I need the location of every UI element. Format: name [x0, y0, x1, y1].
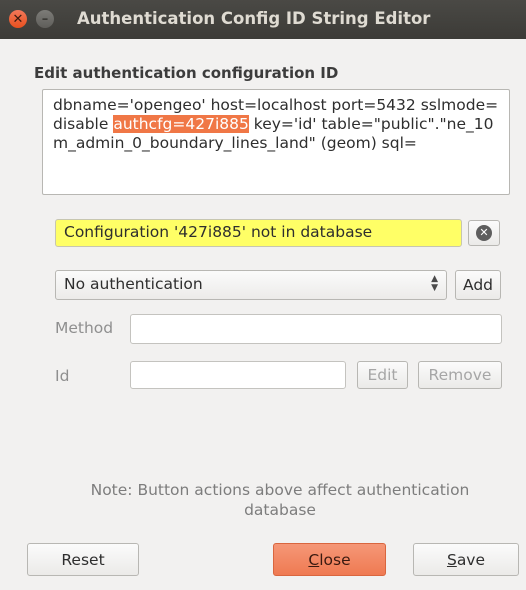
save-label-rest: ave: [456, 550, 486, 569]
connection-string-text[interactable]: dbname='opengeo' host=localhost port=543…: [43, 90, 509, 153]
clear-button[interactable]: ✕: [468, 220, 500, 246]
id-label: Id: [55, 367, 70, 385]
auth-config-select[interactable]: No authentication ▲ ▼: [55, 270, 447, 300]
close-button[interactable]: Close: [273, 543, 386, 576]
close-label-rest: lose: [319, 550, 351, 569]
reset-button[interactable]: Reset: [27, 543, 139, 576]
close-mnemonic: C: [308, 550, 320, 569]
up-down-arrows-icon: ▲ ▼: [431, 274, 438, 293]
title-bar: ✕ – Authentication Config ID String Edit…: [0, 0, 526, 39]
method-label: Method: [55, 319, 114, 337]
section-label: Edit authentication configuration ID: [34, 64, 339, 82]
window-close-icon[interactable]: ✕: [9, 10, 27, 28]
window-minimize-icon[interactable]: –: [36, 10, 54, 28]
clear-icon: ✕: [476, 225, 492, 241]
remove-button[interactable]: Remove: [418, 361, 502, 389]
auth-config-selected: No authentication: [64, 275, 203, 293]
edit-button[interactable]: Edit: [357, 361, 408, 389]
connection-string-editor[interactable]: dbname='opengeo' host=localhost port=543…: [42, 89, 510, 195]
note-text: Note: Button actions above affect authen…: [90, 481, 470, 519]
save-button[interactable]: Save: [413, 543, 519, 576]
id-field[interactable]: [130, 361, 346, 389]
authcfg-highlight: authcfg=427i885: [113, 115, 249, 133]
config-status-field[interactable]: Configuration '427i885' not in database: [55, 219, 462, 247]
save-mnemonic: S: [446, 550, 457, 569]
window-title: Authentication Config ID String Editor: [77, 9, 431, 28]
add-button[interactable]: Add: [455, 270, 501, 300]
method-field[interactable]: [130, 314, 502, 344]
